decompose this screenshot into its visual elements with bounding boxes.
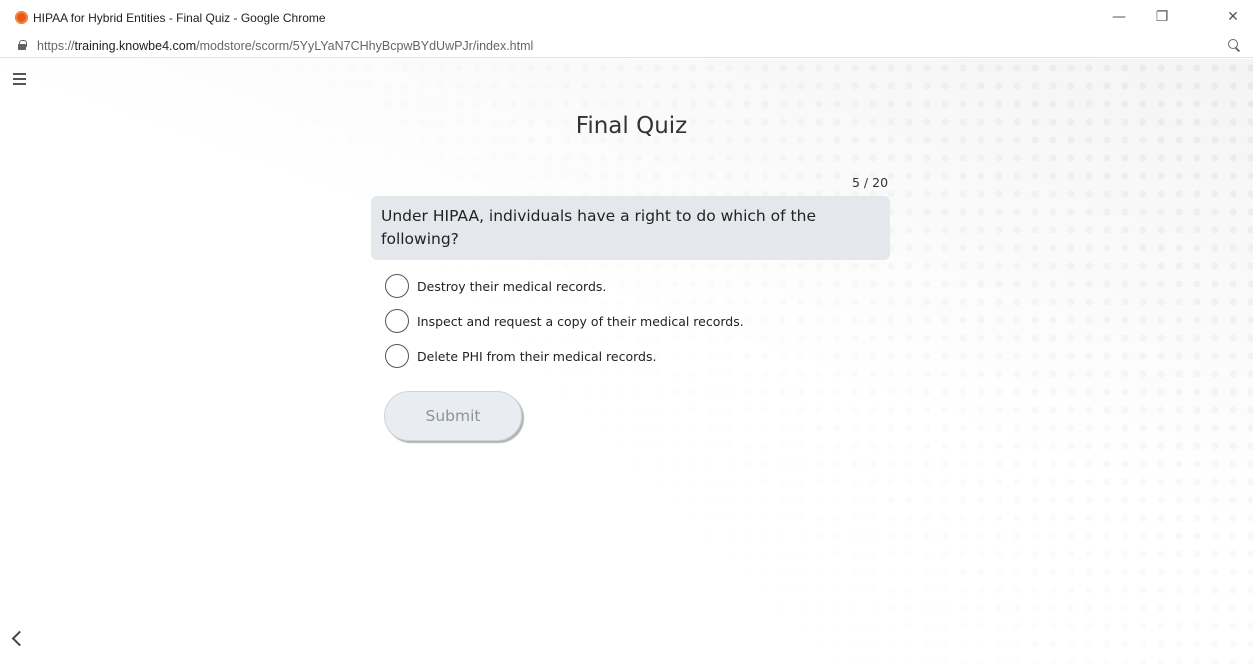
url-domain: training.knowbe4.com	[74, 39, 197, 53]
close-icon: ✕	[1227, 9, 1239, 25]
url-path: /modstore/scorm/5YyLYaN7CHhyBcpwBYdUwPJr…	[196, 39, 534, 53]
quiz-page: Final Quiz 5 / 20 Under HIPAA, individua…	[0, 59, 1253, 664]
submit-button[interactable]: Submit	[384, 391, 522, 441]
page-title: Final Quiz	[575, 113, 688, 139]
question-box: Under HIPAA, individuals have a right to…	[371, 196, 890, 260]
window-title: HIPAA for Hybrid Entities - Final Quiz -…	[33, 11, 326, 25]
lock-icon[interactable]	[18, 40, 27, 50]
window-title-bar: HIPAA for Hybrid Entities - Final Quiz -…	[0, 0, 1253, 34]
radio-button[interactable]	[385, 344, 409, 368]
radio-button[interactable]	[385, 309, 409, 333]
question-text: Under HIPAA, individuals have a right to…	[381, 207, 816, 248]
radio-button[interactable]	[385, 274, 409, 298]
restore-button[interactable]: ❐	[1149, 6, 1175, 28]
answer-option-2[interactable]: Inspect and request a copy of their medi…	[385, 308, 744, 334]
minimize-icon: —	[1112, 9, 1126, 25]
answer-option-label: Destroy their medical records.	[417, 278, 607, 294]
close-window-button[interactable]: ✕	[1220, 6, 1246, 28]
address-bar[interactable]: https://training.knowbe4.com/modstore/sc…	[0, 34, 1253, 58]
chrome-favicon-icon	[15, 11, 28, 24]
answer-option-3[interactable]: Delete PHI from their medical records.	[385, 343, 656, 369]
url-text[interactable]: https://training.knowbe4.com/modstore/sc…	[37, 39, 533, 53]
minimize-button[interactable]: —	[1106, 6, 1132, 28]
hamburger-menu-icon[interactable]	[10, 69, 32, 89]
chevron-left-icon[interactable]	[6, 626, 30, 652]
answer-option-1[interactable]: Destroy their medical records.	[385, 273, 606, 299]
restore-icon: ❐	[1155, 9, 1169, 25]
zoom-icon[interactable]	[1226, 38, 1242, 54]
question-counter: 5 / 20	[852, 175, 889, 190]
url-scheme: https://	[37, 39, 75, 53]
answer-option-label: Delete PHI from their medical records.	[417, 348, 657, 364]
answer-option-label: Inspect and request a copy of their medi…	[417, 313, 744, 329]
